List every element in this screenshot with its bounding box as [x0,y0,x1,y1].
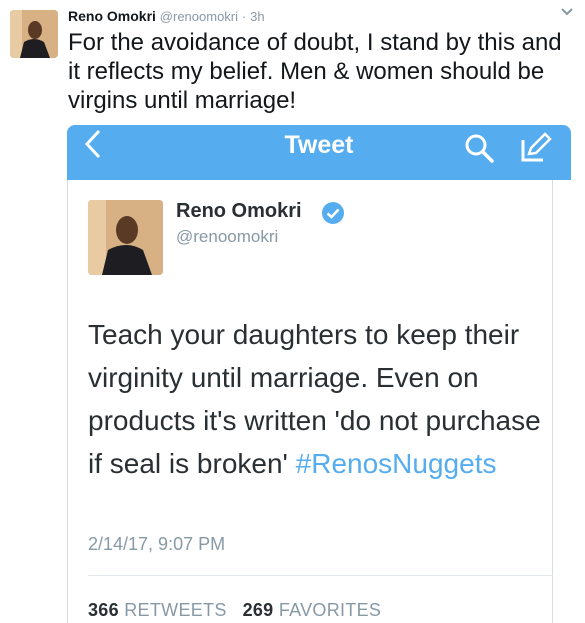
hashtag-link[interactable]: #RenosNuggets [296,448,497,479]
author-handle[interactable]: @renoomokri [160,9,238,24]
tweet-stats: 366 RETWEETS 269 FAVORITES [88,600,381,621]
avatar[interactable] [10,10,58,58]
favorites-count[interactable]: 269 [243,600,274,620]
favorites-label[interactable]: FAVORITES [279,600,381,620]
separator: · [241,9,247,24]
avatar[interactable] [88,200,163,275]
search-icon[interactable] [463,132,495,164]
avatar-photo [88,200,163,275]
timestamp[interactable]: 3h [250,9,264,24]
author-handle[interactable]: @renoomokri [176,227,278,247]
tweet-body: Teach your daughters to keep their virgi… [88,313,548,485]
tweet-header: Reno Omokri @renoomokri · 3h [68,7,265,26]
nav-bar: Tweet [67,125,571,180]
avatar-photo [10,10,58,58]
nav-title: Tweet [284,131,354,159]
chevron-down-icon[interactable] [561,4,573,20]
compose-icon[interactable] [519,132,553,164]
tweet-text: For the avoidance of doubt, I stand by t… [68,29,562,114]
divider [88,575,553,576]
embedded-tweet-screenshot[interactable]: Tweet Reno Omokri @renoomokri Teach your… [67,125,571,623]
author-name[interactable]: Reno Omokri [176,200,302,223]
retweets-count[interactable]: 366 [88,600,119,620]
tweet-date: 2/14/17, 9:07 PM [88,534,226,554]
verified-badge-icon [321,201,345,225]
retweets-label[interactable]: RETWEETS [124,600,226,620]
tweet-card: Reno Omokri @renoomokri Teach your daugh… [67,180,553,623]
author-name[interactable]: Reno Omokri [68,8,156,24]
